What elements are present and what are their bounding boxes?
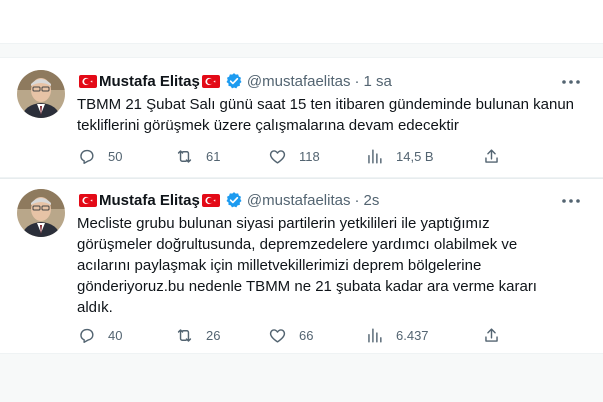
like-count: 118 [299,148,320,164]
share-icon [485,148,498,163]
reply-count: 50 [108,148,123,164]
retweet-icon [177,149,192,163]
display-name[interactable]: Mustafa Elitaş [99,192,200,209]
like-icon [269,149,286,164]
like-button[interactable]: 66 [268,325,313,345]
views-icon [368,148,382,164]
views-icon [368,327,382,343]
turkish-flag-icon [201,193,220,207]
reply-count: 40 [108,327,123,343]
retweet-count: 61 [206,148,221,164]
verified-badge-icon[interactable] [225,191,243,209]
share-button[interactable] [482,146,501,166]
tweet-actions: 40 26 66 6.437 [77,325,507,345]
tweet-actions: 50 61 118 14,5 B [77,146,507,166]
share-button[interactable] [482,325,501,345]
share-icon [485,327,498,342]
more-icon[interactable] [561,74,581,94]
reply-icon [80,328,94,343]
retweet-icon [177,328,192,342]
user-handle[interactable]: @mustafaelitas [247,192,351,209]
tweet-card[interactable]: Mustafa Elitaş @mustafaelitas · 1 sa TBM… [0,57,603,178]
avatar[interactable] [17,70,65,118]
retweet-button[interactable]: 61 [175,146,220,166]
view-count: 14,5 B [396,148,434,164]
like-icon [269,328,286,343]
views-button[interactable]: 14,5 B [365,146,434,166]
display-name[interactable]: Mustafa Elitaş [99,73,200,90]
tweet-text: Mecliste grubu bulunan siyasi partilerin… [77,215,537,316]
verified-badge-icon[interactable] [225,72,243,90]
retweet-button[interactable]: 26 [175,325,220,345]
view-count: 6.437 [396,327,429,343]
separator-dot: · [354,191,360,209]
reply-button[interactable]: 40 [77,325,122,345]
separator-dot: · [354,72,360,90]
turkish-flag-icon [79,193,97,207]
tweet-header: Mustafa Elitaş @mustafaelitas · 1 sa [77,71,392,91]
timestamp[interactable]: 1 sa [363,73,391,90]
timestamp[interactable]: 2s [363,192,379,209]
user-handle[interactable]: @mustafaelitas [247,73,351,90]
previous-tweet-card [0,0,603,44]
avatar[interactable] [17,189,65,237]
views-button[interactable]: 6.437 [365,325,429,345]
like-button[interactable]: 118 [268,146,320,166]
turkish-flag-icon [201,74,220,88]
reply-button[interactable]: 50 [77,146,122,166]
reply-icon [80,149,94,164]
like-count: 66 [299,327,314,343]
tweet-text: TBMM 21 Şubat Salı günü saat 15 ten itib… [77,96,575,134]
turkish-flag-icon [79,74,97,88]
more-icon[interactable] [561,193,581,213]
tweet-card[interactable]: Mustafa Elitaş @mustafaelitas · 2s Mecli… [0,178,603,354]
tweet-header: Mustafa Elitaş @mustafaelitas · 2s [77,190,379,210]
retweet-count: 26 [206,327,221,343]
